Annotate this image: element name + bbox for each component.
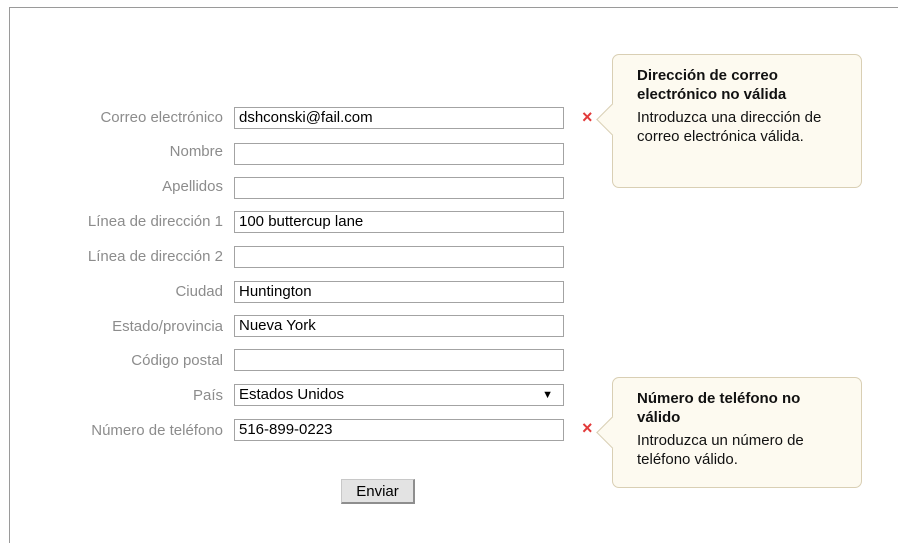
email-error-message: Introduzca una dirección de correo elect… [637,109,822,145]
phone-error-message: Introduzca un número de teléfono válido. [637,432,804,468]
phone-error-icon: × [582,418,593,438]
address-line-1-field[interactable]: 100 buttercup lane [234,211,564,233]
tooltip-pointer [596,103,629,136]
phone-label: Número de teléfono [91,422,223,439]
email-field[interactable]: dshconski@fail.com [234,107,564,129]
frame-left-border [9,7,10,543]
address-line-2-field[interactable] [234,246,564,268]
frame-top-border [9,7,898,8]
country-select-value: Estados Unidos [239,386,345,403]
dropdown-arrow-icon[interactable]: ▼ [542,385,553,405]
email-label: Correo electrónico [100,109,223,126]
country-label: País [192,387,223,404]
country-select[interactable]: Estados Unidos ▼ [234,384,564,406]
email-error-title: Dirección de correo electrónico no válid… [637,67,787,103]
first-name-label: Nombre [169,143,223,160]
tooltip-pointer [596,416,629,449]
phone-field[interactable]: 516-899-0223 [234,419,564,441]
email-error-tooltip: Dirección de correo electrónico no válid… [596,54,862,188]
city-field[interactable]: Huntington [234,281,564,303]
address-line-1-label: Línea de dirección 1 [87,213,223,230]
city-label: Ciudad [175,283,223,300]
phone-error-title: Número de teléfono no válido [637,390,801,426]
phone-error-tooltip: Número de teléfono no válido Introduzca … [596,377,862,488]
first-name-field[interactable] [234,143,564,165]
email-error-icon: × [582,107,593,127]
last-name-field[interactable] [234,177,564,199]
state-label: Estado/provincia [112,318,223,335]
submit-button[interactable]: Enviar [341,479,415,504]
postal-code-field[interactable] [234,349,564,371]
last-name-label: Apellidos [162,178,223,195]
address-line-2-label: Línea de dirección 2 [87,248,223,265]
state-field[interactable]: Nueva York [234,315,564,337]
postal-code-label: Código postal [131,352,223,369]
